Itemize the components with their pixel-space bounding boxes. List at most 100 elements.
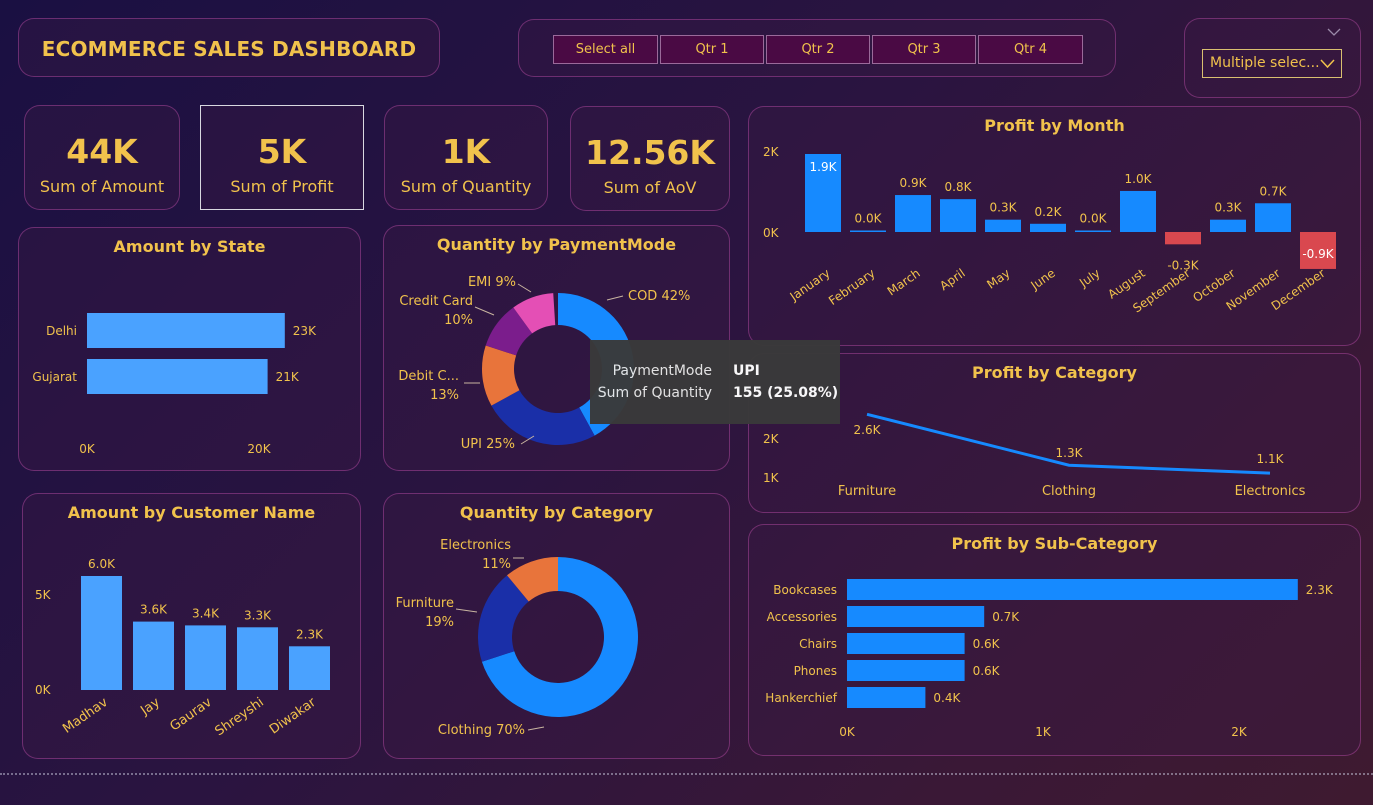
- slice-label: Furniture: [396, 596, 454, 611]
- data-label: 0.2K: [1035, 205, 1063, 219]
- slicer-select-all-button[interactable]: Select all: [553, 35, 658, 64]
- x-tick-label: Clothing: [1042, 484, 1096, 499]
- amount-by-customer-plot: 5K 0K 6.0K Madhav 3.6K Jay 3.4K Gaurav 3.3K Shrey…: [35, 557, 330, 739]
- tooltip-value: UPI: [733, 363, 760, 379]
- data-label: 0.0K: [855, 212, 883, 226]
- category-label: Delhi: [46, 324, 77, 338]
- slicer-qtr1-button[interactable]: Qtr 1: [660, 35, 764, 64]
- y-tick-label: 0K: [35, 683, 52, 697]
- data-label: 0.9K: [900, 176, 928, 190]
- x-tick-label: Diwakar: [267, 695, 319, 738]
- kpi-card-profit[interactable]: 5K Sum of Profit: [200, 105, 364, 210]
- chart-amount-by-state[interactable]: Amount by State Delhi 23K Gujarat 21K 0K 20K: [18, 227, 361, 471]
- kpi-value: 5K: [257, 132, 307, 171]
- x-tick-label: Jay: [137, 695, 163, 719]
- data-label: 0.0K: [1080, 212, 1108, 226]
- kpi-value: 44K: [66, 132, 138, 171]
- dropdown-label: Multiple selec...: [1210, 55, 1320, 71]
- kpi-label: Sum of Quantity: [400, 177, 532, 196]
- x-tick-label: 1K: [1035, 725, 1052, 739]
- slice-label: 13%: [430, 388, 459, 403]
- kpi-value: 1K: [441, 132, 491, 171]
- category-label: Accessories: [767, 610, 837, 624]
- bar-april: [940, 199, 976, 232]
- bar-june: [1030, 223, 1066, 232]
- chart-profit-by-month[interactable]: Profit by Month 2K 0K 1.9K January 0.0K Febru…: [748, 106, 1361, 346]
- slice-label: 10%: [444, 313, 473, 328]
- x-tick-label: July: [1076, 266, 1103, 290]
- slice-label: 19%: [425, 615, 454, 630]
- slicer-qtr3-button[interactable]: Qtr 3: [872, 35, 976, 64]
- data-label: 2.3K: [1306, 583, 1334, 597]
- category-label: Hankerchief: [765, 691, 837, 705]
- data-label: 0.3K: [1215, 201, 1243, 215]
- bar-phones: [847, 660, 965, 681]
- data-label: 0.3K: [990, 201, 1018, 215]
- data-label: 21K: [276, 370, 300, 384]
- profit-by-category-plot: 2K 1K 2.6K Furniture 1.3K Clothing 1.1K Electro…: [763, 412, 1306, 499]
- leader-line: [455, 608, 478, 613]
- kpi-label: Sum of Profit: [230, 177, 334, 196]
- x-tick-label: February: [826, 266, 878, 308]
- data-label: 2.6K: [854, 423, 882, 437]
- bar-bookcases: [847, 579, 1298, 600]
- amount-by-state-plot: Delhi 23K Gujarat 21K 0K 20K: [32, 313, 317, 456]
- x-tick-label: Electronics: [1235, 484, 1306, 499]
- bar-madhav: [81, 576, 122, 690]
- data-label: 0.8K: [945, 180, 973, 194]
- dashboard-title: ECOMMERCE SALES DASHBOARD: [41, 37, 417, 61]
- slice-label: Debit C...: [398, 369, 459, 384]
- slice-label: COD 42%: [628, 289, 690, 304]
- data-label: 0.4K: [933, 691, 961, 705]
- bar-march: [895, 195, 931, 232]
- slicer-qtr4-button[interactable]: Qtr 4: [978, 35, 1083, 64]
- category-label: Phones: [794, 664, 837, 678]
- x-tick-label: Shreyshi: [212, 695, 266, 739]
- bar-september: [1165, 232, 1201, 245]
- bar-august: [1120, 190, 1156, 232]
- chart-quantity-by-category[interactable]: Quantity by Category Clothing 70% Furnitu…: [383, 493, 730, 759]
- page-divider: [0, 773, 1373, 775]
- kpi-card-amount[interactable]: 44K Sum of Amount: [24, 105, 180, 210]
- data-label: 0.7K: [1260, 184, 1288, 198]
- kpi-card-aov[interactable]: 12.56K Sum of AoV: [570, 106, 730, 211]
- bar-november: [1255, 203, 1291, 232]
- chart-tooltip: PaymentMode UPI Sum of Quantity 155 (25.…: [590, 340, 840, 424]
- chart-profit-by-sub-category[interactable]: Profit by Sub-Category Bookcases 2.3K Acce…: [748, 524, 1361, 756]
- y-tick-label: 1K: [763, 471, 780, 485]
- category-label: Chairs: [799, 637, 837, 651]
- multi-select-dropdown[interactable]: Multiple selec...: [1202, 49, 1342, 78]
- data-label: 3.6K: [140, 603, 168, 617]
- x-tick-label: May: [984, 266, 1012, 292]
- y-tick-label: 0K: [763, 226, 780, 240]
- category-donut-plot: Clothing 70% Furniture 19% Electronics 11%: [396, 538, 638, 738]
- data-label: 6.0K: [88, 557, 116, 571]
- profit-by-sub-category-plot: Bookcases 2.3K Accessories 0.7K Chairs 0.6K Ph…: [765, 579, 1334, 739]
- tooltip-label: Sum of Quantity: [597, 385, 712, 401]
- leader-line: [474, 306, 495, 316]
- slice-label: Electronics: [440, 538, 511, 553]
- category-label: Gujarat: [32, 370, 77, 384]
- bar-accessories: [847, 606, 985, 627]
- category-label: Bookcases: [773, 583, 837, 597]
- data-label: 23K: [293, 324, 317, 338]
- x-tick-label: January: [787, 266, 833, 304]
- x-tick-label: Gaurav: [167, 695, 215, 735]
- kpi-label: Sum of Amount: [39, 177, 165, 196]
- x-tick-label: 20K: [247, 442, 271, 456]
- x-tick-label: 0K: [839, 725, 856, 739]
- slicer-qtr2-button[interactable]: Qtr 2: [766, 35, 870, 64]
- x-tick-label: 2K: [1231, 725, 1248, 739]
- leader-line: [527, 726, 545, 731]
- slice-label: Credit Card: [399, 294, 473, 309]
- y-tick-label: 2K: [763, 432, 780, 446]
- kpi-card-quantity[interactable]: 1K Sum of Quantity: [384, 105, 548, 210]
- bar-jay: [133, 621, 174, 690]
- tooltip-value: 155 (25.08%): [733, 385, 839, 401]
- chevron-down-icon: [1320, 59, 1335, 69]
- chart-amount-by-customer-name[interactable]: Amount by Customer Name 5K 0K 6.0K Madhav 3.…: [22, 493, 361, 759]
- collapse-chevron-icon[interactable]: [1327, 28, 1341, 37]
- bar-october: [1210, 219, 1246, 232]
- data-label: 0.7K: [992, 610, 1020, 624]
- profit-by-month-plot: 2K 0K 1.9K January 0.0K February 0.9K March 0.8K…: [763, 145, 1336, 316]
